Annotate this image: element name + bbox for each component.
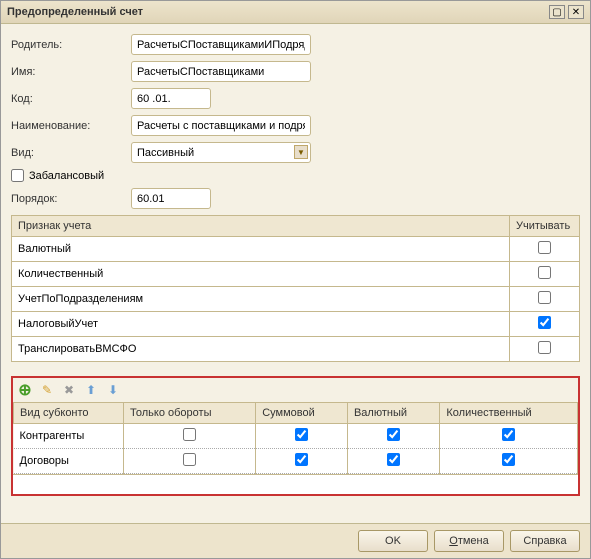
table-row: Контрагенты <box>14 424 578 449</box>
footer-bar: OK Отмена Справка <box>1 523 590 558</box>
descr-input[interactable] <box>131 115 311 136</box>
help-button[interactable]: Справка <box>510 530 580 552</box>
sub-col-kind: Вид субконто <box>14 403 124 424</box>
ok-button[interactable]: OK <box>358 530 428 552</box>
add-icon[interactable]: ⊕ <box>16 381 34 399</box>
arrow-down-icon[interactable]: ⬇ <box>104 381 122 399</box>
type-select[interactable] <box>131 142 311 163</box>
attr-checkbox[interactable] <box>538 316 551 329</box>
order-label: Порядок: <box>11 193 131 205</box>
cancel-button[interactable]: Отмена <box>434 530 504 552</box>
sub-qty-checkbox[interactable] <box>502 428 515 441</box>
parent-label: Родитель: <box>11 39 131 51</box>
maximize-button[interactable]: ▢ <box>549 5 565 19</box>
delete-icon[interactable]: ✖ <box>60 381 78 399</box>
sub-col-qty: Количественный <box>440 403 578 424</box>
table-row: ТранслироватьВМСФО <box>12 337 580 362</box>
attr-checkbox[interactable] <box>538 291 551 304</box>
attr-label: НалоговыйУчет <box>12 312 510 337</box>
sub-only-checkbox[interactable] <box>183 453 196 466</box>
attr-label: ТранслироватьВМСФО <box>12 337 510 362</box>
offbalance-checkbox[interactable] <box>11 169 24 182</box>
offbalance-label: Забалансовый <box>29 170 104 182</box>
table-row: НалоговыйУчет <box>12 312 580 337</box>
table-row: Количественный <box>12 262 580 287</box>
attr-col-label: Признак учета <box>12 216 510 237</box>
parent-input[interactable] <box>131 34 311 55</box>
attributes-table: Признак учета Учитывать Валютный Количес… <box>11 215 580 362</box>
type-label: Вид: <box>11 147 131 159</box>
sub-cur-checkbox[interactable] <box>387 428 400 441</box>
sub-col-sum: Суммовой <box>256 403 348 424</box>
subkonto-table: Вид субконто Только обороты Суммовой Вал… <box>13 402 578 474</box>
content-area: Родитель: Имя: Код: Наименование: Вид: ▼… <box>1 24 590 523</box>
sub-col-only: Только обороты <box>124 403 256 424</box>
name-input[interactable] <box>131 61 311 82</box>
name-label: Имя: <box>11 66 131 78</box>
code-input[interactable] <box>131 88 211 109</box>
sub-col-cur: Валютный <box>347 403 439 424</box>
window-title: Предопределенный счет <box>7 6 546 18</box>
sub-kind: Договоры <box>14 449 124 474</box>
table-row: Валютный <box>12 237 580 262</box>
attr-checkbox[interactable] <box>538 241 551 254</box>
table-row: УчетПоПодразделениям <box>12 287 580 312</box>
arrow-up-icon[interactable]: ⬆ <box>82 381 100 399</box>
chevron-down-icon[interactable]: ▼ <box>294 145 308 159</box>
code-label: Код: <box>11 93 131 105</box>
sub-sum-checkbox[interactable] <box>295 453 308 466</box>
close-button[interactable]: ✕ <box>568 5 584 19</box>
attr-col-check: Учитывать <box>510 216 580 237</box>
table-row: Договоры <box>14 449 578 474</box>
order-input[interactable] <box>131 188 211 209</box>
sub-kind: Контрагенты <box>14 424 124 449</box>
sub-qty-checkbox[interactable] <box>502 453 515 466</box>
sub-only-checkbox[interactable] <box>183 428 196 441</box>
attr-checkbox[interactable] <box>538 266 551 279</box>
sub-cur-checkbox[interactable] <box>387 453 400 466</box>
attr-label: Количественный <box>12 262 510 287</box>
titlebar: Предопределенный счет ▢ ✕ <box>1 1 590 24</box>
edit-icon[interactable]: ✎ <box>38 381 56 399</box>
subkonto-toolbar: ⊕ ✎ ✖ ⬆ ⬇ <box>13 378 578 402</box>
sub-sum-checkbox[interactable] <box>295 428 308 441</box>
attr-label: Валютный <box>12 237 510 262</box>
attr-checkbox[interactable] <box>538 341 551 354</box>
subkonto-panel: ⊕ ✎ ✖ ⬆ ⬇ Вид субконто Только обороты Су… <box>11 376 580 496</box>
attr-label: УчетПоПодразделениям <box>12 287 510 312</box>
descr-label: Наименование: <box>11 120 131 132</box>
